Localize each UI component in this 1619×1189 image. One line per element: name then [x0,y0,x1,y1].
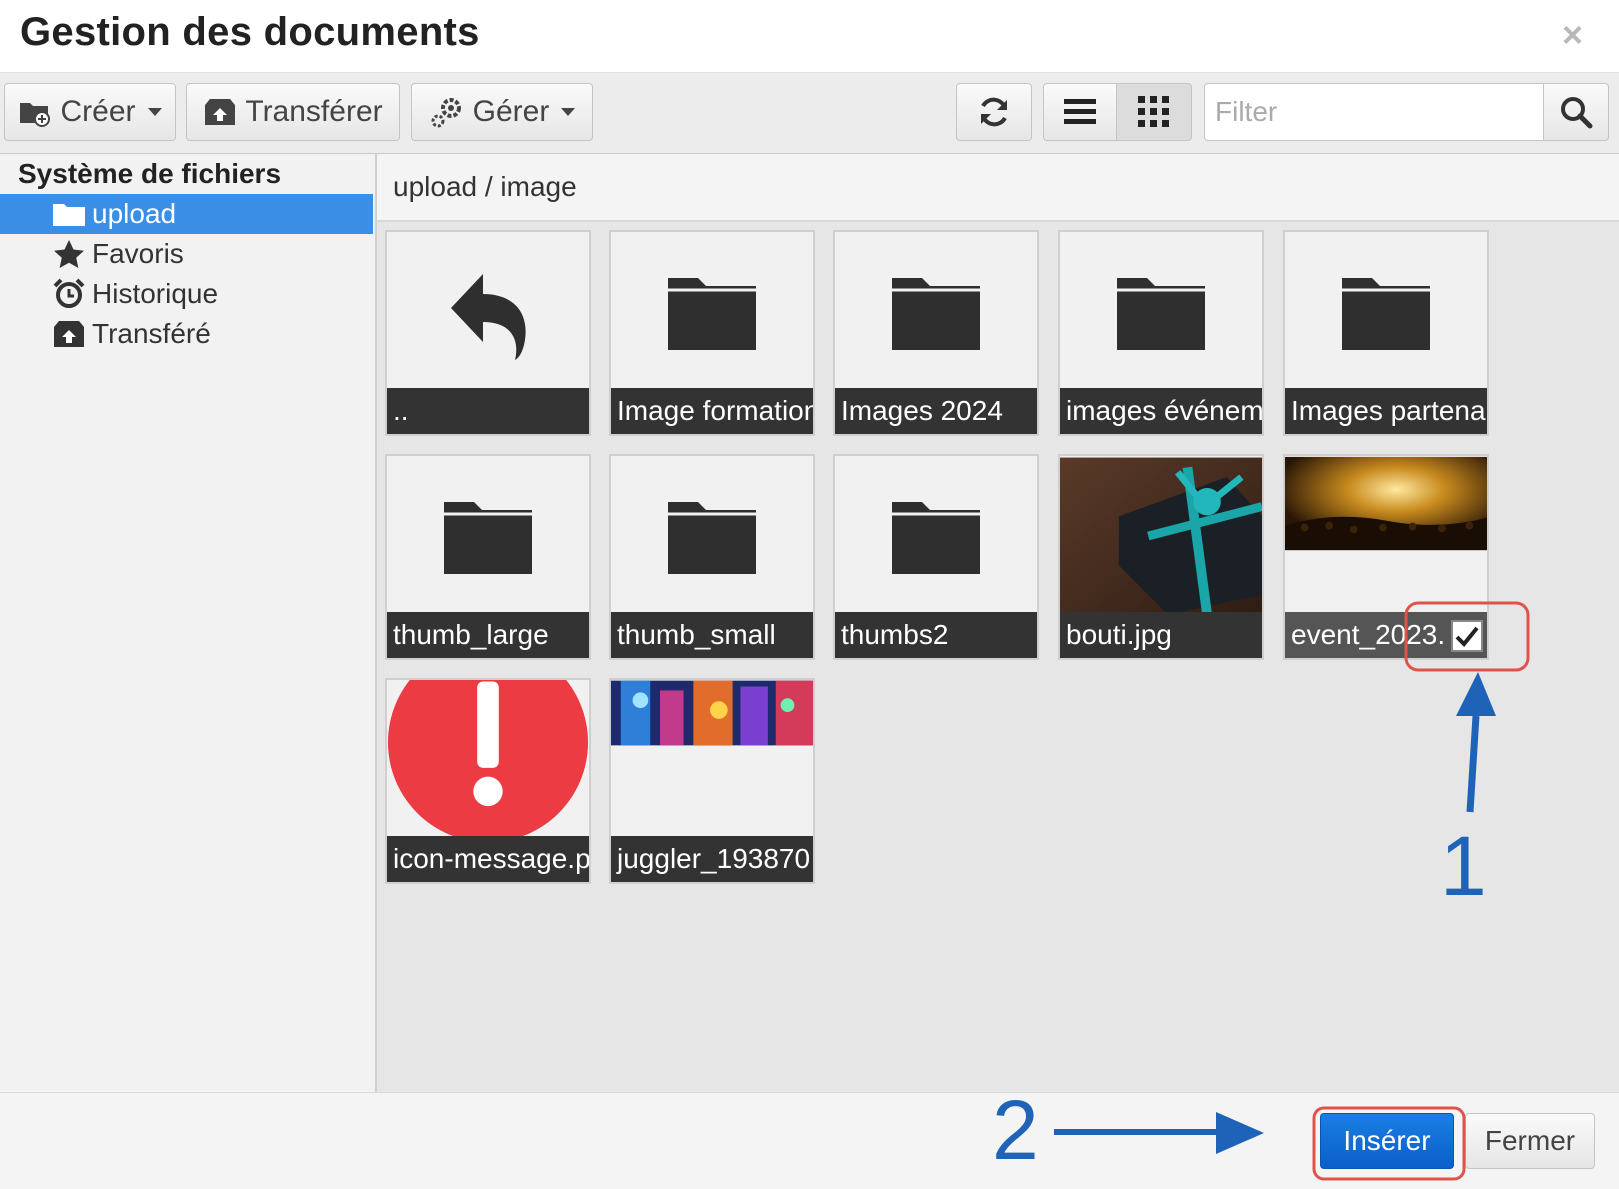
breadcrumb: upload / image [393,171,577,202]
upload-button[interactable]: Transférer [186,83,400,141]
folder-icon [1285,232,1487,392]
select-checkbox[interactable] [1451,620,1483,652]
close-icon[interactable]: × [1562,14,1583,56]
file-tile-label: .. [387,388,589,434]
file-tile-parent[interactable]: .. [385,230,591,436]
file-tile-label: images événements [1060,388,1262,434]
file-tile-label: thumb_large [387,612,589,658]
folder-icon [611,456,813,616]
folder-icon [1060,232,1262,392]
search-button[interactable] [1543,83,1609,141]
file-tile-image-selected[interactable]: event_2023. [1283,454,1489,660]
juggler-thumbnail [611,680,813,746]
sidebar-item-label: upload [92,198,177,229]
file-tile-folder[interactable]: Images 2024 [833,230,1039,436]
manage-button[interactable]: Gérer [411,83,593,141]
file-tile-folder[interactable]: Images partenaires [1283,230,1489,436]
upload-icon [205,99,236,125]
file-tile-label: thumb_small [611,612,813,658]
dialog-title: Gestion des documents [20,10,480,54]
dialog-titlebar: Gestion des documents × [0,0,1619,73]
file-tile-label: thumbs2 [835,612,1037,658]
sidebar-item-uploaded[interactable]: Transféré [0,314,373,354]
step-number-1: 1 [1440,819,1487,913]
folder-icon [835,456,1037,616]
create-button-label: Créer [60,95,136,128]
file-tile-folder[interactable]: thumbs2 [833,454,1039,660]
gift-box-thumbnail [1060,456,1262,616]
folder-icon [611,232,813,392]
create-button[interactable]: Créer [4,83,176,141]
folder-icon [52,198,86,230]
manage-button-label: Gérer [472,95,550,128]
file-tile-label: Image formation [611,388,813,434]
file-tile-folder[interactable]: images événements [1058,230,1264,436]
file-tile-folder[interactable]: thumb_small [609,454,815,660]
dialog-footer: Insérer Fermer [0,1092,1619,1189]
refresh-icon [981,97,1007,127]
star-icon [52,238,86,270]
new-folder-icon [20,103,51,127]
list-view-button[interactable] [1043,83,1117,141]
sidebar-title: Système de fichiers [18,158,282,189]
upload-button-label: Transférer [245,95,383,128]
file-tile-label: bouti.jpg [1060,612,1262,658]
alarm-clock-icon [52,278,86,310]
alert-icon [387,680,589,840]
file-tile-image[interactable]: bouti.jpg [1058,454,1264,660]
back-arrow-icon [387,232,589,392]
file-tile-folder[interactable]: Image formation [609,230,815,436]
sidebar-item-label: Favoris [92,238,184,269]
grid-icon [1138,96,1169,127]
step-number-2: 2 [992,1083,1039,1177]
grid-view-button[interactable] [1116,83,1192,141]
list-icon [1064,99,1096,124]
insert-button[interactable]: Insérer [1320,1113,1454,1169]
gears-icon [431,98,461,128]
toolbar: Créer Transférer Gérer [0,73,1619,154]
folder-icon [835,232,1037,392]
file-tile-folder[interactable]: thumb_large [385,454,591,660]
close-button[interactable]: Fermer [1465,1113,1595,1169]
concert-thumbnail [1285,456,1487,551]
sidebar-item-label: Historique [92,278,219,309]
sidebar-item-upload[interactable]: upload [0,194,373,234]
refresh-button[interactable] [956,83,1032,141]
chevron-down-icon [147,108,162,116]
file-tile-label: Images partenaires [1285,388,1487,434]
checkmark-icon [1455,626,1479,647]
sidebar-item-label: Transféré [92,318,211,349]
sidebar: Système de fichiers upload Favoris Histo… [0,154,377,1092]
file-tile-image[interactable]: juggler_193870 [609,678,815,884]
sidebar-item-history[interactable]: Historique [0,274,373,314]
sidebar-item-favorites[interactable]: Favoris [0,234,373,274]
file-tile-label: Images 2024 [835,388,1037,434]
filter-input[interactable] [1204,83,1544,141]
file-browser: upload / image .. Image formation Images… [377,154,1619,1092]
file-tile-label: juggler_193870 [611,836,813,882]
file-tile-label: icon-message.p [387,836,589,882]
chevron-down-icon [561,108,576,116]
upload-box-icon [52,318,86,350]
search-icon [1561,97,1593,129]
file-tile-image[interactable]: icon-message.p [385,678,591,884]
folder-icon [387,456,589,616]
breadcrumb-bar: upload / image [377,154,1619,222]
